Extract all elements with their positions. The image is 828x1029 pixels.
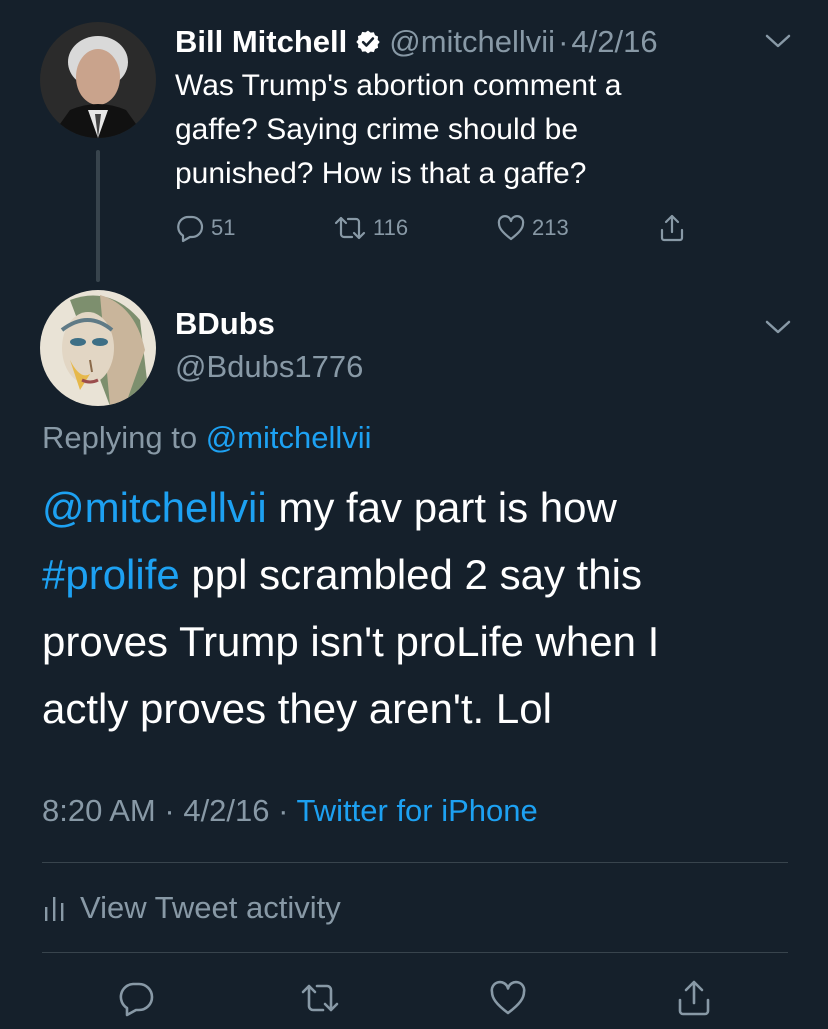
share-button[interactable] <box>674 978 714 1018</box>
parent-author-name[interactable]: Bill Mitchell <box>175 24 347 60</box>
reply-button[interactable] <box>116 978 156 1018</box>
parent-tweet-text: Was Trump's abortion comment a gaffe? Sa… <box>175 64 735 196</box>
reply-icon <box>119 982 154 1017</box>
tweet-date: 4/2/16 <box>183 793 270 828</box>
reply-text-line: proves Trump isn't proLife when I <box>42 618 660 665</box>
like-icon <box>497 215 525 241</box>
chevron-down-icon[interactable] <box>764 32 792 50</box>
reply-author-handle[interactable]: @Bdubs1776 <box>175 349 363 385</box>
mention-link[interactable]: @mitchellvii <box>42 484 267 531</box>
like-icon <box>490 980 526 1015</box>
parent-retweet-button[interactable]: 116 <box>333 210 408 246</box>
reply-author-name[interactable]: BDubs <box>175 306 275 342</box>
parent-tweet-line: Was Trump's abortion comment a <box>175 69 622 102</box>
replying-to-line: Replying to @mitchellvii <box>42 420 372 456</box>
parent-header-separator: · <box>558 24 569 59</box>
chevron-down-icon[interactable] <box>764 318 792 336</box>
like-count: 213 <box>532 215 569 240</box>
reply-text-fragment: ppl scrambled 2 say this <box>179 551 642 598</box>
reply-tweet-text: @mitchellvii my fav part is how #prolife… <box>42 474 802 742</box>
parent-author-avatar[interactable] <box>40 22 156 138</box>
meta-separator: · <box>278 793 289 828</box>
view-tweet-activity-label: View Tweet activity <box>80 890 341 925</box>
analytics-icon <box>45 897 64 921</box>
thread-connector-line <box>96 150 100 282</box>
parent-like-button[interactable]: 213 <box>496 210 569 246</box>
reply-author-avatar[interactable] <box>40 290 156 406</box>
retweet-icon <box>301 984 339 1012</box>
replying-to-link[interactable]: @mitchellvii <box>206 420 372 455</box>
like-button[interactable] <box>488 978 528 1018</box>
tweet-meta: 8:20 AM · 4/2/16 · Twitter for iPhone <box>42 793 538 829</box>
bdubs-avatar-image <box>40 290 156 406</box>
parent-reply-button[interactable]: 51 <box>175 210 235 246</box>
reply-text-line: actly proves they aren't. Lol <box>42 685 552 732</box>
parent-tweet-header: Bill Mitchell @mitchellvii · 4/2/16 <box>175 22 658 62</box>
meta-separator: · <box>164 793 175 828</box>
parent-tweet-date: 4/2/16 <box>571 24 658 59</box>
divider <box>42 952 788 953</box>
bill-mitchell-avatar-image <box>40 22 156 138</box>
parent-tweet-line: punished? How is that a gaffe? <box>175 157 587 190</box>
tweet-time: 8:20 AM <box>42 793 156 828</box>
share-icon <box>678 980 710 1016</box>
reply-text-fragment: my fav part is how <box>266 484 617 531</box>
parent-share-button[interactable] <box>657 210 693 246</box>
reply-icon <box>177 215 204 243</box>
retweet-count: 116 <box>373 215 409 240</box>
tweet-source-link[interactable]: Twitter for iPhone <box>297 793 538 828</box>
parent-tweet-line: gaffe? Saying crime should be <box>175 113 579 146</box>
reply-count: 51 <box>211 215 236 240</box>
replying-to-prefix: Replying to <box>42 420 198 455</box>
hashtag-link[interactable]: #prolife <box>42 551 180 598</box>
retweet-button[interactable] <box>300 978 340 1018</box>
retweet-icon <box>334 216 366 240</box>
parent-author-handle[interactable]: @mitchellvii <box>389 24 555 60</box>
share-icon <box>660 214 684 242</box>
divider <box>42 862 788 863</box>
reply-text-line: #prolife ppl scrambled 2 say this <box>42 541 802 608</box>
verified-badge-icon <box>356 30 380 54</box>
view-tweet-activity-button[interactable]: View Tweet activity <box>42 888 341 928</box>
reply-text-line: @mitchellvii my fav part is how <box>42 474 802 541</box>
